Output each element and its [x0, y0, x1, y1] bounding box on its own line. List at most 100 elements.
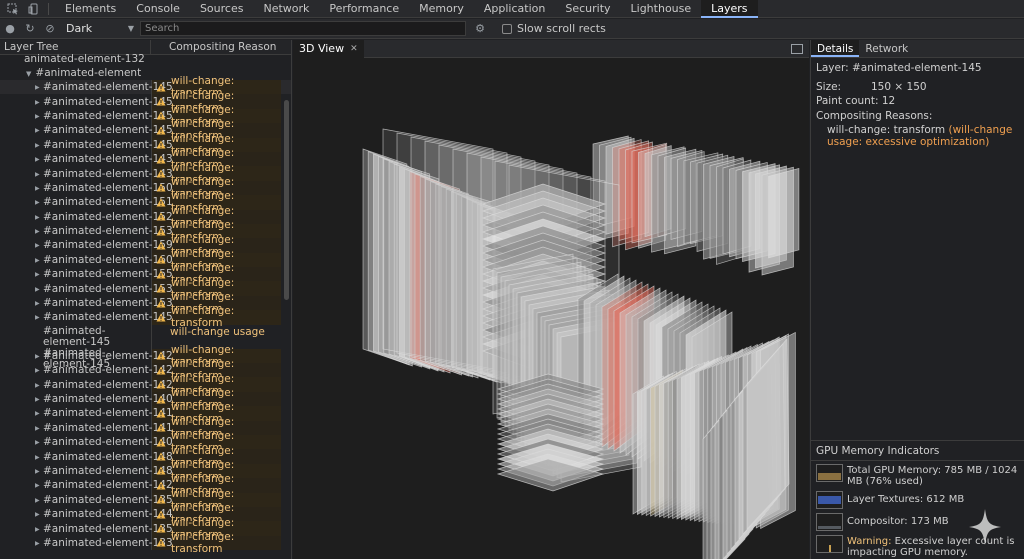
- expand-triangle-icon[interactable]: ▶: [35, 511, 40, 518]
- layer-name: #animated-element-145: [43, 95, 173, 108]
- tab-label: 3D View: [299, 41, 345, 55]
- tab-security[interactable]: Security: [555, 0, 620, 18]
- tab-sources[interactable]: Sources: [190, 0, 254, 18]
- layer-name: #animated-element-141: [43, 407, 173, 420]
- checkbox[interactable]: [502, 23, 512, 34]
- expand-triangle-icon[interactable]: ▶: [35, 497, 40, 504]
- expand-triangle-icon[interactable]: ▶: [35, 113, 40, 120]
- tab-3d-view[interactable]: 3D View ✕: [293, 39, 364, 58]
- expand-triangle-icon[interactable]: ▶: [35, 185, 40, 192]
- expand-triangle-icon[interactable]: ▶: [35, 199, 40, 206]
- tab-network[interactable]: Network: [253, 0, 319, 18]
- warning-icon: [156, 438, 166, 447]
- scrollbar[interactable]: [284, 100, 289, 300]
- details-panel: Details Retwork Layer: #animated-element…: [810, 40, 1024, 559]
- tab-retwork[interactable]: Retwork: [859, 40, 914, 57]
- sparkle-icon: [969, 509, 1001, 545]
- warning-icon: [156, 155, 166, 164]
- expand-triangle-icon[interactable]: ▶: [35, 142, 40, 149]
- expand-triangle-icon[interactable]: ▶: [35, 286, 40, 293]
- expand-triangle-icon[interactable]: ▶: [35, 271, 40, 278]
- layer-name-cell: ▶ #animated-element-145: [0, 96, 173, 108]
- expand-triangle-icon[interactable]: ▶: [35, 540, 40, 547]
- expand-triangle-icon[interactable]: ▶: [35, 257, 40, 264]
- layer-name-cell: ▶ #animated-element-144: [0, 508, 173, 520]
- layer-name-cell: ▶ #animated-element-142: [0, 350, 173, 362]
- expand-triangle-icon[interactable]: ▶: [35, 99, 40, 106]
- compositor-swatch: [816, 513, 843, 531]
- device-toolbar-icon[interactable]: [26, 1, 42, 17]
- theme-select[interactable]: Dark ▼: [66, 22, 134, 36]
- expand-triangle-icon[interactable]: ▶: [35, 228, 40, 235]
- inspect-icon[interactable]: [5, 1, 21, 17]
- layer-name-cell: ▶ #animated-element-151: [0, 196, 173, 208]
- layers-3d-canvas[interactable]: [293, 59, 809, 559]
- warning-icon: [156, 227, 166, 236]
- toggle-sidebar-icon[interactable]: [791, 43, 803, 54]
- warning-icon: [156, 495, 166, 504]
- expand-triangle-icon[interactable]: ▶: [35, 454, 40, 461]
- warning-icon: [156, 510, 166, 519]
- layer-name-cell: ▶ #animated-element-142: [0, 379, 173, 391]
- tab-memory[interactable]: Memory: [409, 0, 474, 18]
- tab-performance[interactable]: Performance: [319, 0, 409, 18]
- col-compositing-reason[interactable]: Compositing Reason: [151, 40, 276, 54]
- slow-scroll-rects-toggle[interactable]: Slow scroll rects: [502, 22, 606, 35]
- tree-parent-item[interactable]: animated-element-132: [0, 52, 291, 66]
- reload-icon[interactable]: ↻: [20, 22, 40, 35]
- layer-name: #animated-element-142: [43, 349, 173, 362]
- layer-name: #animated-element-160: [43, 253, 173, 266]
- layer-name: #animated-element-142: [43, 364, 173, 377]
- warning-label: Warning:: [847, 536, 892, 547]
- expand-triangle-icon[interactable]: ▶: [35, 439, 40, 446]
- close-icon[interactable]: ✕: [350, 40, 358, 58]
- expand-triangle-icon[interactable]: ▶: [35, 367, 40, 374]
- tab-layers[interactable]: Layers: [701, 0, 758, 18]
- expand-triangle-icon[interactable]: ▶: [35, 468, 40, 475]
- expand-triangle-icon[interactable]: ▶: [35, 353, 40, 360]
- layer-name: #animated-element-143: [43, 153, 173, 166]
- record-icon[interactable]: ●: [0, 22, 20, 35]
- tab-lighthouse[interactable]: Lighthouse: [621, 0, 702, 18]
- layer-name: #animated-element-142: [43, 378, 173, 391]
- total-memory-swatch: [816, 464, 843, 482]
- expand-triangle-icon[interactable]: ▶: [35, 382, 40, 389]
- tab-elements[interactable]: Elements: [55, 0, 126, 18]
- layer-name: #animated-element-145: [43, 324, 111, 348]
- warning-icon: [156, 241, 166, 250]
- expand-triangle-icon[interactable]: ▶: [35, 410, 40, 417]
- layer-row[interactable]: ▶ #animated-element-133 will-change: trans…: [0, 531, 291, 555]
- textures-swatch: [816, 491, 843, 509]
- warning-icon: [156, 380, 166, 389]
- panel-tabs: Elements Console Sources Network Performance…: [55, 0, 758, 18]
- expand-triangle-icon[interactable]: ▶: [35, 425, 40, 432]
- filter-settings-icon[interactable]: ⚙: [470, 22, 490, 35]
- layer-plane[interactable]: [768, 167, 800, 259]
- expand-triangle-icon[interactable]: ▶: [35, 214, 40, 221]
- layer-name: #animated-element-159: [43, 239, 173, 252]
- expand-triangle-icon[interactable]: ▶: [35, 526, 40, 533]
- layer-name-cell: ▶ #animated-element-135: [0, 494, 173, 506]
- layer-name-cell: ▶ #animated-element-155: [0, 268, 173, 280]
- expand-triangle-icon[interactable]: ▶: [35, 156, 40, 163]
- warning-icon: [156, 452, 166, 461]
- warning-icon: [156, 140, 166, 149]
- expand-triangle-icon[interactable]: ▶: [35, 171, 40, 178]
- compositing-reasons-body: will-change: transform (will-change usag…: [816, 124, 1019, 148]
- expand-triangle-icon[interactable]: ▶: [35, 482, 40, 489]
- tab-console[interactable]: Console: [126, 0, 190, 18]
- expand-triangle-icon[interactable]: ▶: [35, 127, 40, 134]
- tab-application[interactable]: Application: [474, 0, 555, 18]
- search-input[interactable]: Search: [140, 21, 466, 36]
- tab-details[interactable]: Details: [811, 40, 860, 57]
- warning-icon: [156, 97, 166, 106]
- clear-icon[interactable]: ⊘: [40, 22, 60, 35]
- expand-triangle-icon[interactable]: ▶: [35, 242, 40, 249]
- warning-icon: [156, 126, 166, 135]
- expand-triangle-icon[interactable]: ▶: [35, 300, 40, 307]
- expand-triangle-icon[interactable]: ▶: [35, 396, 40, 403]
- layer-row[interactable]: ▶ #animated-element-145 will-change: trans…: [0, 305, 291, 329]
- expand-triangle-icon[interactable]: ▶: [35, 314, 40, 321]
- expand-triangle-icon[interactable]: ▶: [35, 84, 40, 91]
- layer-tree-panel: Layer Tree Compositing Reason animated-e…: [0, 40, 292, 559]
